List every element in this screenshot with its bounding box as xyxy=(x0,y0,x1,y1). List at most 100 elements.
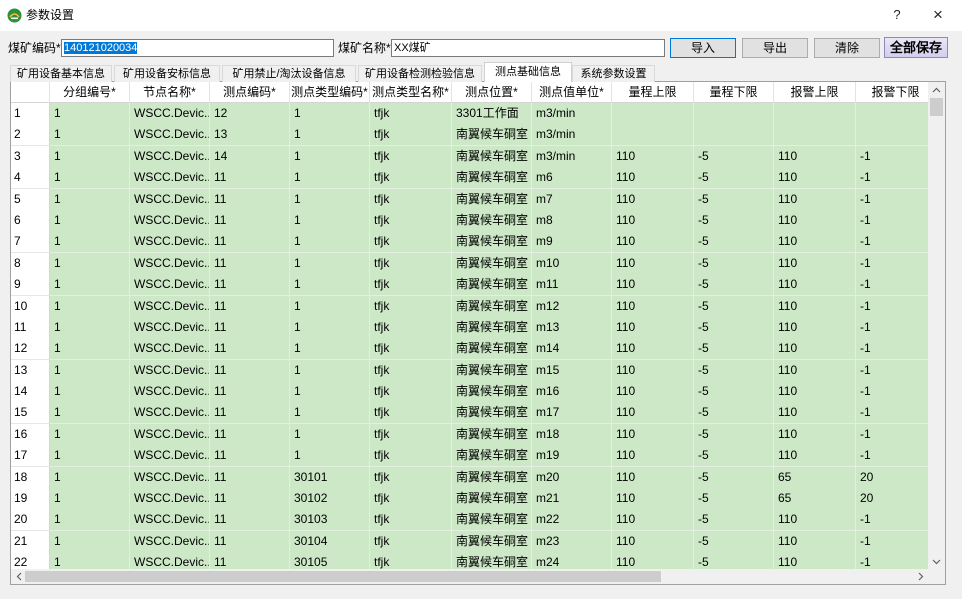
row-header[interactable]: 20 xyxy=(11,509,50,532)
cell-node-name[interactable]: WSCC.Devic... xyxy=(130,423,210,446)
cell-point-type-name[interactable]: tfjk xyxy=(370,552,452,569)
cell-point-type-name[interactable]: tfjk xyxy=(370,274,452,297)
cell-point-type-name[interactable]: tfjk xyxy=(370,252,452,275)
cell-point-type-name[interactable]: tfjk xyxy=(370,402,452,425)
cell-value-unit[interactable]: m16 xyxy=(532,381,612,404)
cell-range-lower[interactable]: -5 xyxy=(694,552,774,569)
cell-point-type-name[interactable]: tfjk xyxy=(370,316,452,339)
coal-code-input[interactable]: 140121020034 xyxy=(61,39,334,57)
cell-alarm-upper[interactable]: 110 xyxy=(774,423,856,446)
cell-node-name[interactable]: WSCC.Devic... xyxy=(130,167,210,190)
cell-point-code[interactable]: 11 xyxy=(210,167,290,190)
cell-range-upper[interactable]: 110 xyxy=(612,231,694,254)
cell-range-upper[interactable]: 110 xyxy=(612,316,694,339)
horizontal-scrollbar[interactable] xyxy=(11,569,928,584)
cell-group-code[interactable]: 1 xyxy=(50,423,130,446)
cell-point-type-name[interactable]: tfjk xyxy=(370,124,452,147)
cell-range-lower[interactable]: -5 xyxy=(694,488,774,511)
cell-group-code[interactable]: 1 xyxy=(50,145,130,168)
cell-point-location[interactable]: 南翼候车硐室 xyxy=(452,252,532,275)
cell-point-type-name[interactable]: tfjk xyxy=(370,295,452,318)
cell-point-location[interactable]: 南翼候车硐室 xyxy=(452,466,532,489)
cell-group-code[interactable]: 1 xyxy=(50,402,130,425)
cell-node-name[interactable]: WSCC.Devic... xyxy=(130,103,210,125)
cell-alarm-upper[interactable]: 110 xyxy=(774,231,856,254)
cell-range-upper[interactable]: 110 xyxy=(612,295,694,318)
cell-value-unit[interactable]: m8 xyxy=(532,209,612,232)
cell-value-unit[interactable]: m20 xyxy=(532,466,612,489)
scroll-left-button[interactable] xyxy=(11,569,26,584)
cell-alarm-upper[interactable]: 110 xyxy=(774,209,856,232)
cell-node-name[interactable]: WSCC.Devic... xyxy=(130,145,210,168)
cell-point-location[interactable]: 南翼候车硐室 xyxy=(452,509,532,532)
cell-alarm-lower[interactable]: -1 xyxy=(856,402,928,425)
cell-alarm-lower[interactable]: -1 xyxy=(856,509,928,532)
cell-point-type-code[interactable]: 1 xyxy=(290,209,370,232)
cell-alarm-lower[interactable]: -1 xyxy=(856,338,928,361)
cell-point-code[interactable]: 11 xyxy=(210,509,290,532)
cell-node-name[interactable]: WSCC.Devic... xyxy=(130,488,210,511)
cell-alarm-lower[interactable]: -1 xyxy=(856,231,928,254)
cell-range-upper[interactable]: 110 xyxy=(612,167,694,190)
cell-point-location[interactable]: 南翼候车硐室 xyxy=(452,274,532,297)
cell-range-lower[interactable]: -5 xyxy=(694,188,774,211)
cell-point-type-name[interactable]: tfjk xyxy=(370,145,452,168)
cell-point-location[interactable]: 南翼候车硐室 xyxy=(452,316,532,339)
cell-point-code[interactable]: 14 xyxy=(210,145,290,168)
cell-value-unit[interactable]: m14 xyxy=(532,338,612,361)
row-header[interactable]: 2 xyxy=(11,124,50,147)
cell-point-type-code[interactable]: 1 xyxy=(290,359,370,382)
cell-range-upper[interactable]: 110 xyxy=(612,552,694,569)
cell-alarm-lower[interactable]: -1 xyxy=(856,445,928,468)
cell-alarm-lower[interactable]: -1 xyxy=(856,252,928,275)
cell-range-upper[interactable]: 110 xyxy=(612,359,694,382)
cell-range-lower[interactable]: -5 xyxy=(694,381,774,404)
table-row[interactable]: 5 1 WSCC.Devic... 11 1 tfjk 南翼候车硐室 m7 110 -5 110 -1 xyxy=(11,188,928,211)
cell-point-type-code[interactable]: 1 xyxy=(290,402,370,425)
help-button[interactable]: ? xyxy=(884,3,910,27)
cell-point-location[interactable]: 南翼候车硐室 xyxy=(452,423,532,446)
cell-node-name[interactable]: WSCC.Devic... xyxy=(130,381,210,404)
cell-alarm-upper[interactable]: 110 xyxy=(774,188,856,211)
cell-range-lower[interactable] xyxy=(694,103,774,125)
cell-point-type-code[interactable]: 1 xyxy=(290,423,370,446)
cell-value-unit[interactable]: m7 xyxy=(532,188,612,211)
cell-node-name[interactable]: WSCC.Devic... xyxy=(130,295,210,318)
table-row[interactable]: 17 1 WSCC.Devic... 11 1 tfjk 南翼候车硐室 m19 110 -5 110… xyxy=(11,445,928,468)
cell-point-location[interactable]: 南翼候车硐室 xyxy=(452,295,532,318)
cell-group-code[interactable]: 1 xyxy=(50,381,130,404)
cell-point-type-code[interactable]: 30103 xyxy=(290,509,370,532)
table-row[interactable]: 16 1 WSCC.Devic... 11 1 tfjk 南翼候车硐室 m18 110 -5 110… xyxy=(11,423,928,446)
cell-range-upper[interactable]: 110 xyxy=(612,445,694,468)
cell-alarm-upper[interactable]: 110 xyxy=(774,295,856,318)
cell-point-location[interactable]: 南翼候车硐室 xyxy=(452,145,532,168)
cell-range-upper[interactable]: 110 xyxy=(612,530,694,553)
row-header[interactable]: 12 xyxy=(11,338,50,361)
cell-point-location[interactable]: 南翼候车硐室 xyxy=(452,552,532,569)
cell-group-code[interactable]: 1 xyxy=(50,295,130,318)
cell-point-code[interactable]: 11 xyxy=(210,402,290,425)
cell-range-upper[interactable]: 110 xyxy=(612,423,694,446)
cell-group-code[interactable]: 1 xyxy=(50,316,130,339)
cell-range-lower[interactable]: -5 xyxy=(694,445,774,468)
cell-alarm-upper[interactable]: 110 xyxy=(774,338,856,361)
column-header-point-location[interactable]: 测点位置* xyxy=(452,82,532,103)
cell-point-type-code[interactable]: 1 xyxy=(290,231,370,254)
cell-value-unit[interactable]: m24 xyxy=(532,552,612,569)
column-header-point-type-name[interactable]: 测点类型名称* xyxy=(370,82,452,103)
cell-alarm-upper[interactable]: 65 xyxy=(774,466,856,489)
row-header[interactable]: 10 xyxy=(11,295,50,318)
cell-point-location[interactable]: 南翼候车硐室 xyxy=(452,381,532,404)
cell-alarm-lower[interactable]: -1 xyxy=(856,209,928,232)
cell-value-unit[interactable]: m9 xyxy=(532,231,612,254)
table-row[interactable]: 22 1 WSCC.Devic... 11 30105 tfjk 南翼候车硐室 m24 110-… xyxy=(11,552,928,569)
row-header[interactable]: 9 xyxy=(11,274,50,297)
cell-node-name[interactable]: WSCC.Devic... xyxy=(130,338,210,361)
cell-point-code[interactable]: 11 xyxy=(210,295,290,318)
cell-range-upper[interactable]: 110 xyxy=(612,145,694,168)
cell-value-unit[interactable]: m15 xyxy=(532,359,612,382)
cell-value-unit[interactable]: m17 xyxy=(532,402,612,425)
cell-point-location[interactable]: 南翼候车硐室 xyxy=(452,188,532,211)
table-row[interactable]: 8 1 WSCC.Devic... 11 1 tfjk 南翼候车硐室 m10 110 -5 110-… xyxy=(11,252,928,275)
cell-alarm-upper[interactable]: 110 xyxy=(774,359,856,382)
